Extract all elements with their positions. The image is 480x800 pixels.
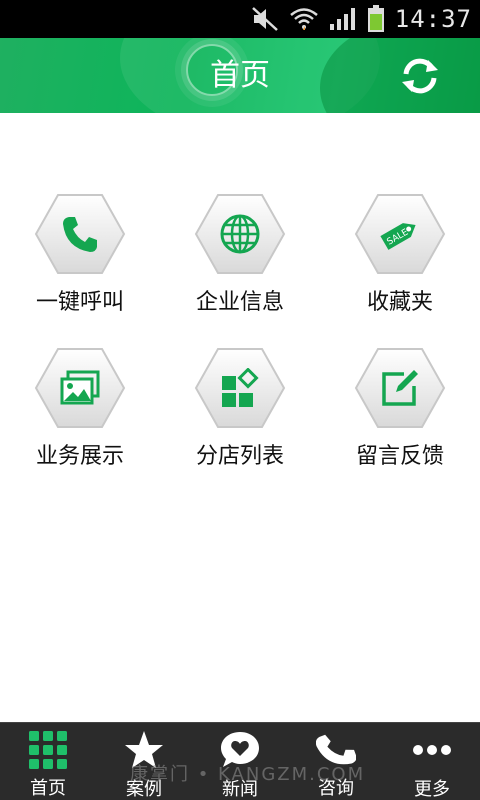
app-header: 首页 [0, 38, 480, 113]
feature-grid: 一键呼叫 企业信息 SALE 收藏夹 业务展示 分店列表 留言反馈 [0, 192, 480, 472]
grid-item-business-display[interactable]: 业务展示 [0, 346, 160, 472]
grid-item-branch-list[interactable]: 分店列表 [160, 346, 320, 472]
grid-item-label: 企业信息 [195, 290, 284, 315]
sale-tag-icon: SALE [380, 223, 416, 250]
grid-item-favorites[interactable]: SALE 收藏夹 [320, 192, 480, 318]
status-time: 14:37 [394, 5, 472, 33]
image-gallery-icon [60, 370, 100, 405]
heart-chat-icon [221, 732, 259, 767]
grid-item-label: 一键呼叫 [35, 290, 124, 315]
refresh-button[interactable] [398, 56, 442, 96]
nav-consult[interactable]: 咨询 [288, 723, 384, 800]
blocks-icon [222, 368, 259, 407]
wifi-icon [289, 8, 318, 30]
signal-icon [329, 8, 355, 30]
grid-icon [29, 730, 67, 769]
nav-label: 案例 [126, 779, 162, 800]
grid-item-call[interactable]: 一键呼叫 [0, 192, 160, 318]
phone-icon [316, 734, 356, 764]
nav-label: 首页 [30, 778, 66, 799]
mute-icon [251, 7, 278, 31]
grid-item-label: 收藏夹 [366, 290, 433, 315]
grid-item-label: 分店列表 [195, 444, 284, 469]
edit-icon [382, 370, 418, 406]
nav-label: 新闻 [222, 779, 258, 800]
grid-item-label: 业务展示 [35, 444, 124, 469]
star-icon [125, 731, 163, 768]
nav-label: 更多 [414, 779, 450, 800]
bottom-nav: 首页 案例 新闻 咨询 更多 [0, 722, 480, 800]
nav-news[interactable]: 新闻 [192, 723, 288, 800]
grid-item-feedback[interactable]: 留言反馈 [320, 346, 480, 472]
nav-more[interactable]: 更多 [384, 723, 480, 800]
nav-label: 咨询 [318, 778, 354, 799]
status-bar: 14:37 [0, 0, 480, 38]
refresh-icon [402, 58, 438, 94]
battery-icon [367, 5, 384, 32]
grid-item-company-info[interactable]: 企业信息 [160, 192, 320, 318]
nav-home[interactable]: 首页 [0, 723, 96, 800]
more-dots-icon [413, 745, 451, 755]
grid-item-label: 留言反馈 [355, 444, 444, 469]
phone-icon [63, 217, 97, 252]
nav-cases[interactable]: 案例 [96, 723, 192, 800]
globe-icon [220, 214, 260, 254]
